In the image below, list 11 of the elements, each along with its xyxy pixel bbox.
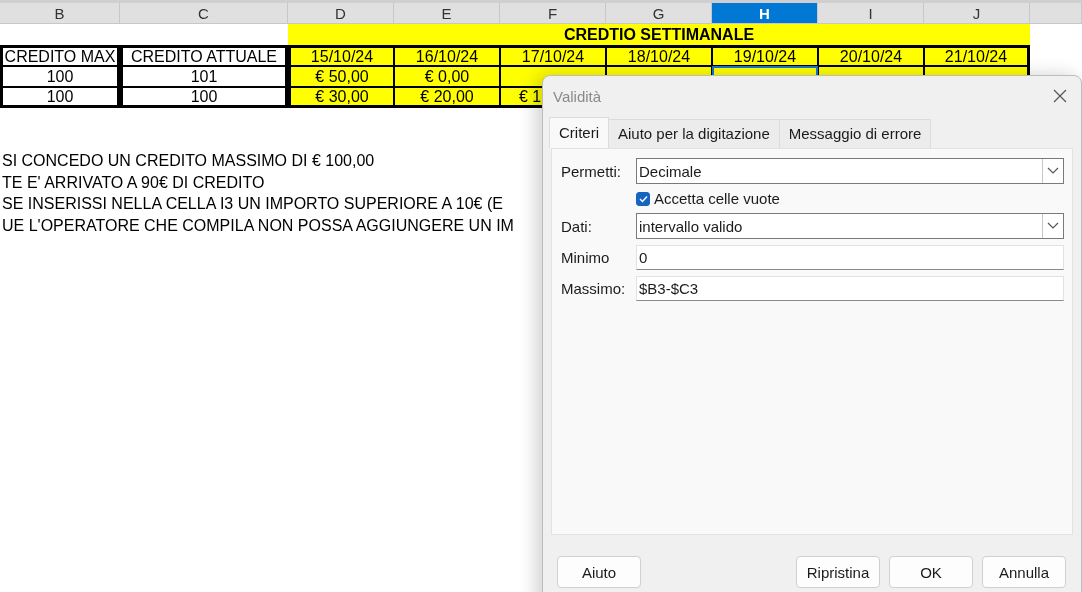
checkbox-label: Accetta celle vuote xyxy=(654,190,780,207)
sheet-title: CREDTIO SETTIMANALE xyxy=(563,25,755,44)
note-text: SE INSERISSI NELLA CELLA I3 UN IMPORTO SUPERIORE A 10€ (E xyxy=(1,194,503,214)
field-label: Minimo xyxy=(561,249,611,266)
field-label: Permetti: xyxy=(561,162,622,180)
field-label: Massimo: xyxy=(561,280,627,297)
field-label: Dati: xyxy=(561,217,593,235)
note-text: TE E' ARRIVATO A 90€ DI CREDITO xyxy=(1,172,265,193)
note-text: SI CONCEDO UN CREDITO MASSIMO DI € 100,00 xyxy=(1,151,375,171)
dialog-title: Validità xyxy=(553,87,602,105)
note-text: UE L'OPERATORE CHE COMPILA NON POSSA AGGIUNGERE UN IM xyxy=(1,215,514,236)
